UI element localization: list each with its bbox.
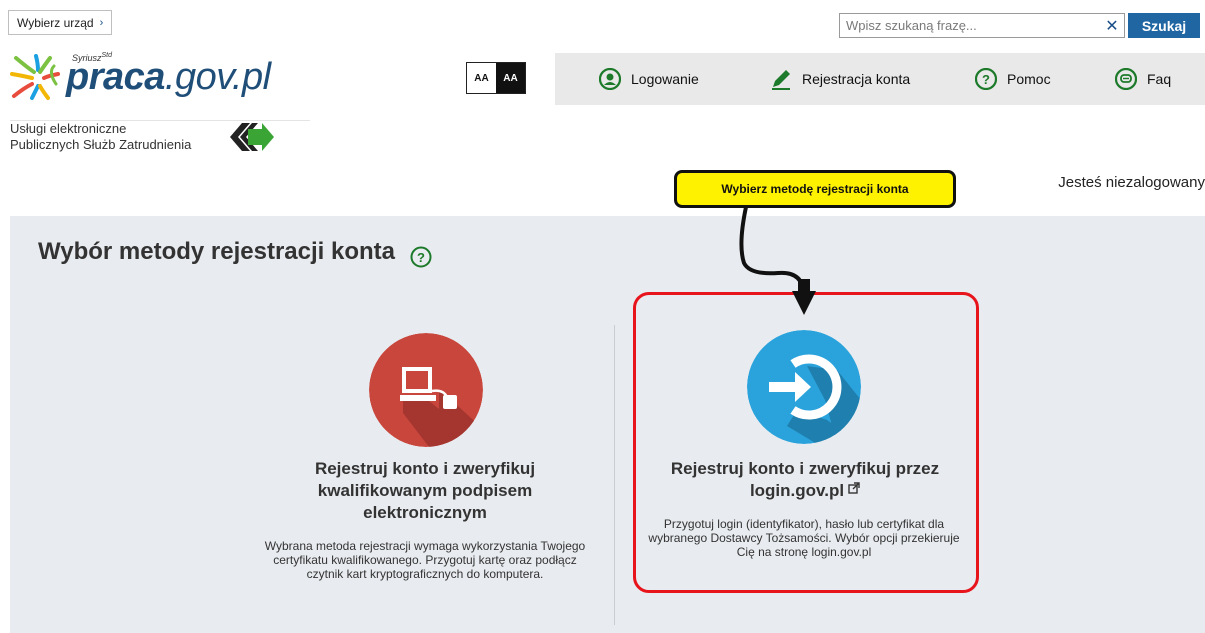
- main-panel: [10, 216, 1205, 633]
- logo-subtitle: Usługi elektroniczne Publicznych Służb Z…: [10, 121, 192, 152]
- cutoff-heading: [0, 0, 660, 6]
- search-input[interactable]: [839, 13, 1125, 38]
- annotation-callout: Wybierz metodę rejestracji konta: [674, 170, 956, 208]
- highlight-frame: [633, 292, 979, 593]
- svg-text:?: ?: [417, 250, 425, 265]
- page-title: Wybór metody rejestracji konta: [38, 238, 395, 265]
- user-icon: [599, 68, 621, 90]
- search-button[interactable]: Szukaj: [1128, 13, 1200, 38]
- nav-login[interactable]: Logowanie: [599, 53, 699, 105]
- help-icon[interactable]: ?: [410, 246, 432, 268]
- clear-search-icon[interactable]: ✕: [1102, 15, 1122, 36]
- choose-office-label: Wybierz urząd: [17, 15, 94, 30]
- top-nav: Logowanie Rejestracja konta ? Pomoc Faq: [555, 53, 1205, 105]
- pencil-icon: [772, 70, 790, 90]
- contrast-toggle[interactable]: AA AA: [466, 62, 526, 94]
- nav-help-label: Pomoc: [1007, 71, 1051, 87]
- nav-faq-label: Faq: [1147, 71, 1172, 87]
- login-status: Jesteś niezalogowany: [1058, 174, 1205, 191]
- nav-help[interactable]: ? Pomoc: [975, 53, 1051, 105]
- qualified-signature-icon[interactable]: [369, 333, 483, 447]
- contrast-high-button[interactable]: AA: [496, 63, 525, 93]
- options-divider: [614, 325, 615, 625]
- annotation-arrow-icon: [739, 206, 816, 315]
- nav-login-label: Logowanie: [631, 71, 699, 87]
- praca-logo-mark[interactable]: [10, 52, 72, 104]
- nav-register[interactable]: Rejestracja konta: [770, 53, 910, 105]
- chat-bubble-icon: [1115, 68, 1137, 90]
- option-qualified-signature-desc: Wybrana metoda rejestracji wymaga wykorz…: [264, 539, 586, 581]
- chevron-right-icon: ›: [99, 16, 104, 29]
- choose-office-button[interactable]: Wybierz urząd ›: [8, 10, 113, 35]
- nav-register-label: Rejestracja konta: [802, 71, 911, 87]
- nav-faq[interactable]: Faq: [1115, 53, 1171, 105]
- psz-arrows-icon: [230, 123, 274, 151]
- contrast-normal-button[interactable]: AA: [467, 63, 496, 93]
- option-qualified-signature-title[interactable]: Rejestruj konto i zweryfikuj kwalifikowa…: [270, 458, 580, 524]
- logo-wordmark[interactable]: praca.gov.pl: [66, 56, 271, 99]
- svg-text:?: ?: [982, 72, 990, 87]
- question-circle-icon: ?: [975, 68, 997, 90]
